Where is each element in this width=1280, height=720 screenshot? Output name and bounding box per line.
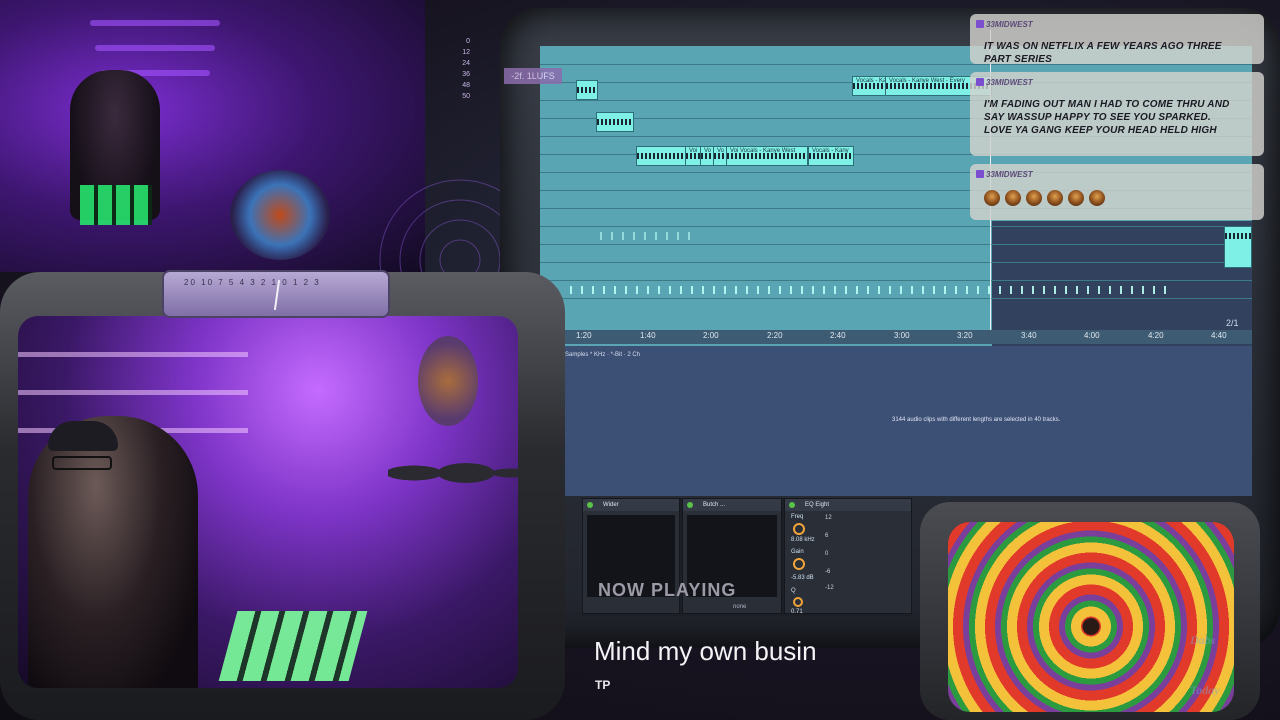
eq-freq-value: 8.08 kHz	[791, 537, 815, 543]
meter-scale-label: 12	[462, 49, 470, 56]
chat-username: 33MIDWEST	[986, 20, 1033, 29]
device-dropdown[interactable]: none	[733, 604, 746, 610]
device-power-icon[interactable]	[687, 502, 693, 508]
eq-scale-label: -6	[825, 569, 831, 575]
ruler-label: 3:20	[957, 331, 973, 340]
device-name: EQ Eight	[805, 502, 830, 508]
chat-message: 33MIDWEST IT WAS ON NETFLIX A FEW YEARS …	[970, 14, 1264, 65]
meter-scale-label: 50	[462, 93, 470, 100]
channel-watermark: Dabs Today	[1190, 630, 1250, 714]
chat-message: 33MIDWEST	[970, 164, 1264, 220]
meter-scale: 0 12 24 36 48 50	[458, 36, 470, 102]
eq-gain-value: -5.83 dB	[791, 575, 814, 581]
ruler-label: 3:00	[894, 331, 910, 340]
eq-scale-label: 0	[825, 551, 829, 557]
audio-clip[interactable]: Vo	[700, 146, 714, 166]
eq-q-label: Q	[791, 588, 796, 594]
twitch-icon	[976, 170, 984, 178]
face-emote-icon	[1089, 190, 1105, 206]
eq-scale-label: 12	[825, 515, 832, 521]
audio-clip[interactable]: Voi Vocals - Kanye West	[726, 146, 808, 166]
ruler-label: 1:20	[576, 331, 592, 340]
sample-info: Samples * KHz · *-Bit · 2 Ch	[565, 352, 641, 358]
audio-clip[interactable]	[576, 80, 598, 100]
audio-clip[interactable]: Vocals - Kany	[808, 146, 854, 166]
face-emote-icon	[1068, 190, 1084, 206]
eq-q-value: 0.71	[791, 609, 803, 615]
chat-text: IT WAS ON NETFLIX A FEW YEARS AGO THREE …	[984, 41, 1222, 65]
face-emote-icon	[1047, 190, 1063, 206]
eq-freq-knob[interactable]	[793, 523, 805, 535]
device-name: Butch ...	[703, 502, 726, 508]
face-emote-icon	[1026, 190, 1042, 206]
twitch-icon	[976, 20, 984, 28]
eq-gain-label: Gain	[791, 549, 804, 555]
meter-scale-label: 48	[462, 82, 470, 89]
audio-clip[interactable]: Vo	[713, 146, 727, 166]
arrangement-page-counter: 2/1	[1226, 318, 1239, 328]
ruler-label: 2:40	[830, 331, 846, 340]
device-name: Wider	[603, 502, 619, 508]
device-power-icon[interactable]	[789, 502, 795, 508]
audio-clip[interactable]	[636, 146, 686, 166]
ruler-label: 4:40	[1211, 331, 1227, 340]
audio-clip[interactable]: Voi	[685, 146, 701, 166]
webcam-main	[18, 316, 518, 688]
watermark-line: Today	[1190, 683, 1220, 697]
meter-scale-label: 24	[462, 60, 470, 67]
chat-text: I'M FADING OUT MAN I HAD TO COME THRU AN…	[984, 99, 1230, 136]
eq-scale-label: -12	[825, 585, 834, 591]
ruler-label: 3:40	[1021, 331, 1037, 340]
eq-q-knob[interactable]	[793, 597, 803, 607]
face-emote-icon	[984, 190, 1000, 206]
audio-clip[interactable]	[596, 112, 634, 132]
chat-username: 33MIDWEST	[986, 78, 1033, 87]
device-power-icon[interactable]	[587, 502, 593, 508]
ruler-label: 4:20	[1148, 331, 1164, 340]
watermark-line: Dabs	[1190, 633, 1216, 647]
track-artist: TP	[595, 678, 611, 692]
now-playing-label: NOW PLAYING	[598, 580, 737, 600]
glasses-graphic	[52, 456, 112, 470]
chat-username: 33MIDWEST	[986, 170, 1033, 179]
eq-scale-label: 6	[825, 533, 829, 539]
lufs-badge: -2f. 1LUFS	[504, 68, 562, 84]
ruler-label: 2:00	[703, 331, 719, 340]
face-emote-icon	[1005, 190, 1021, 206]
vu-scale: 20 10 7 5 4 3 2 1 0 1 2 3	[184, 278, 321, 287]
audio-clip[interactable]	[1224, 226, 1252, 268]
eq-gain-knob[interactable]	[793, 558, 805, 570]
timeline-ruler[interactable]: 1:20 1:40 2:00 2:20 2:40 3:00 3:20 3:40 …	[540, 330, 1252, 344]
clip-detail-panel[interactable]: Samples * KHz · *-Bit · 2 Ch 3144 audio …	[540, 346, 1252, 496]
eq-freq-label: Freq	[791, 514, 804, 520]
chat-message: 33MIDWEST I'M FADING OUT MAN I HAD TO CO…	[970, 72, 1264, 156]
ruler-label: 4:00	[1084, 331, 1100, 340]
meter-scale-label: 36	[462, 71, 470, 78]
audio-clip[interactable]: Vocals - Ka	[852, 76, 886, 96]
ruler-label: 2:20	[767, 331, 783, 340]
track-title: Mind my own busin	[594, 636, 817, 666]
device-eq-eight[interactable]: EQ Eight Freq 8.08 kHz Gain -5.83 dB Q 0…	[784, 498, 912, 615]
vu-meter: 20 10 7 5 4 3 2 1 0 1 2 3	[162, 270, 390, 318]
selection-message: 3144 audio clips with different lengths …	[892, 417, 1061, 423]
ruler-label: 1:40	[640, 331, 656, 340]
meter-scale-label: 0	[466, 38, 470, 45]
twitch-icon	[976, 78, 984, 86]
